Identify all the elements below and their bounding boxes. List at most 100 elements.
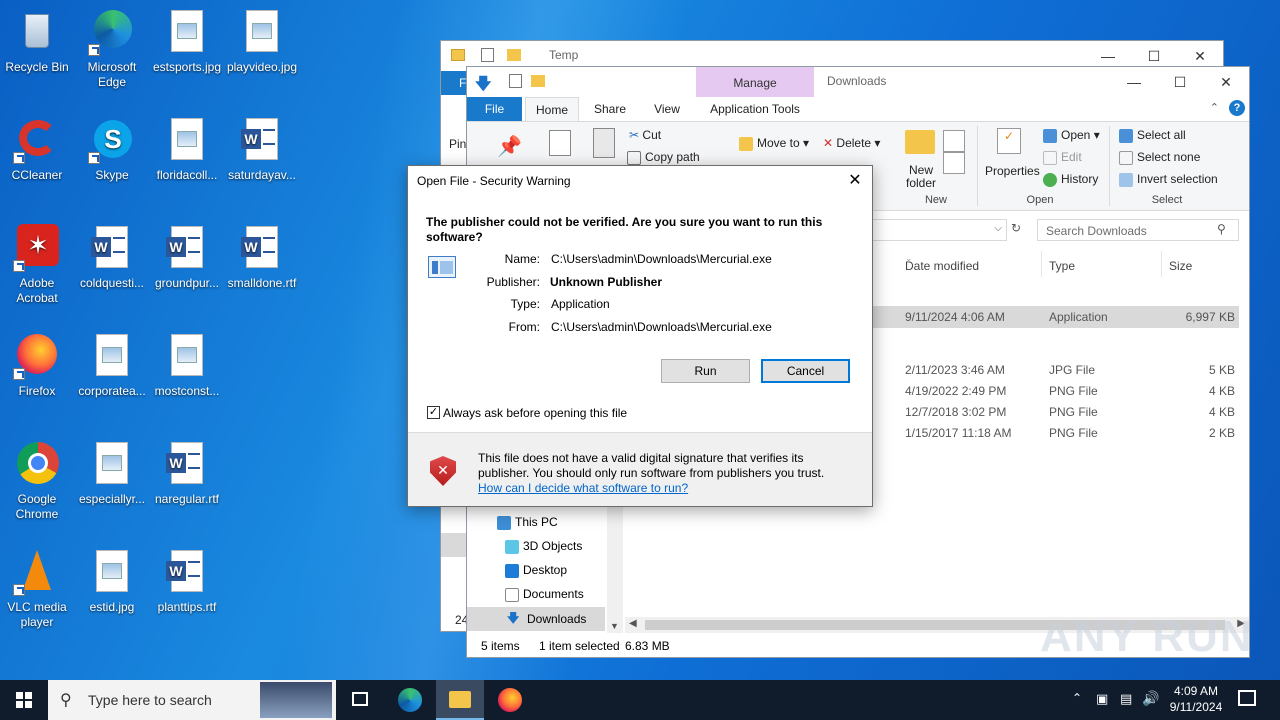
image-file-icon (163, 116, 211, 164)
pin-icon[interactable]: 📌 (497, 134, 522, 159)
table-row[interactable]: 12/7/2018 3:02 PM PNG File 4 KB (873, 401, 1239, 422)
desktop-icon-corporatea[interactable]: corporatea... (76, 332, 148, 399)
desktop-icon-naregular[interactable]: W naregular.rtf (151, 440, 223, 507)
notifications-icon[interactable] (1238, 690, 1256, 706)
minimize-button[interactable]: — (1111, 67, 1157, 97)
tab-application-tools[interactable]: Application Tools (696, 97, 814, 121)
easy-access-icon[interactable] (943, 152, 965, 174)
nav-item-documents[interactable]: Documents (505, 587, 584, 602)
column-size[interactable]: Size (1169, 259, 1192, 273)
copy-path-button[interactable]: Copy path (627, 150, 700, 165)
properties-large-icon: ✓ (997, 128, 1021, 154)
move-to-button[interactable]: Move to ▾ (739, 136, 809, 151)
select-none-button[interactable]: Select none (1119, 150, 1200, 165)
desktop-icon-skype[interactable]: S Skype (76, 116, 148, 183)
tab-view[interactable]: View (641, 97, 693, 121)
desktop-icon-acrobat[interactable]: ✶ Adobe Acrobat (1, 224, 73, 306)
desktop-icon-floridacoll[interactable]: floridacoll... (151, 116, 223, 183)
status-item-count: 5 items (481, 639, 520, 653)
desktop-icon-planttips[interactable]: W planttips.rtf (151, 548, 223, 615)
word-document-icon: W (163, 224, 211, 272)
properties-button[interactable]: Properties (985, 164, 1040, 178)
desktop-icon-smalldone[interactable]: W smalldone.rtf (226, 224, 298, 291)
task-view-button[interactable] (336, 680, 384, 720)
desktop-icon-playvideo[interactable]: playvideo.jpg (226, 8, 298, 75)
temp-pin-label[interactable]: Pin (449, 137, 466, 151)
scroll-left-icon[interactable]: ◀ (629, 618, 637, 629)
new-item-icon[interactable] (943, 130, 965, 152)
nav-item-downloads[interactable]: 🡇 Downloads (467, 607, 605, 631)
word-document-icon: W (238, 224, 286, 272)
tab-file[interactable]: File (467, 97, 522, 121)
help-link[interactable]: How can I decide what software to run? (478, 481, 688, 495)
always-ask-label[interactable]: Always ask before opening this file (443, 406, 627, 420)
device-icon[interactable]: ▣ (1096, 691, 1108, 707)
search-downloads-input[interactable]: Search Downloads (1037, 219, 1239, 241)
tab-home[interactable]: Home (525, 97, 579, 121)
close-button[interactable]: ✕ (1203, 67, 1249, 97)
desktop-icon-ccleaner[interactable]: CCleaner (1, 116, 73, 183)
maximize-button[interactable]: ☐ (1157, 67, 1203, 97)
desktop-icon-coldquesti[interactable]: W coldquesti... (76, 224, 148, 291)
tab-share[interactable]: Share (585, 97, 635, 121)
desktop-icon-estid[interactable]: estid.jpg (76, 548, 148, 615)
new-folder-button[interactable]: New folder (901, 164, 941, 190)
delete-button[interactable]: ✕ Delete ▾ (823, 136, 880, 150)
desktop-icon-groundpur[interactable]: W groundpur... (151, 224, 223, 291)
publisher-label: Publisher: (486, 275, 540, 289)
nav-item-this-pc[interactable]: This PC (497, 515, 558, 530)
dialog-close-button[interactable]: ✕ (844, 170, 866, 192)
taskbar-search-box[interactable]: ⚲ Type here to search (48, 680, 336, 720)
desktop-icon-firefox[interactable]: Firefox (1, 332, 73, 399)
help-icon[interactable]: ? (1229, 100, 1245, 116)
desktop-icon-vlc[interactable]: VLC media player (1, 548, 73, 630)
table-row-selected[interactable]: 9/11/2024 4:06 AM Application 6,997 KB (873, 306, 1239, 328)
network-icon[interactable]: ▤ (1120, 691, 1132, 707)
run-button[interactable]: Run (661, 359, 750, 383)
table-row[interactable]: 1/15/2017 11:18 AM PNG File 2 KB (873, 422, 1239, 443)
downloads-titlebar[interactable]: 🡇 Manage Downloads — ☐ ✕ (467, 67, 1249, 97)
column-type[interactable]: Type (1049, 259, 1075, 273)
desktop-icon-estsports[interactable]: estsports.jpg (151, 8, 223, 75)
invert-selection-button[interactable]: Invert selection (1119, 172, 1218, 187)
show-hidden-icons[interactable]: ⌃ (1072, 691, 1082, 705)
temp-file-tab[interactable]: F (441, 71, 467, 95)
desktop-icon-mostconst[interactable]: mostconst... (151, 332, 223, 399)
copy-icon[interactable] (549, 130, 571, 156)
column-date-modified[interactable]: Date modified (905, 259, 979, 273)
security-warning-dialog[interactable]: Open File - Security Warning ✕ The publi… (407, 165, 873, 507)
nav-item-desktop[interactable]: Desktop (505, 563, 567, 578)
taskbar-edge[interactable] (386, 680, 434, 720)
collapse-ribbon-icon[interactable]: ⌃ (1210, 101, 1219, 114)
desktop-icon-recycle-bin[interactable]: Recycle Bin (1, 8, 73, 75)
always-ask-checkbox[interactable]: ✓ (427, 406, 440, 419)
history-button[interactable]: History (1043, 172, 1098, 187)
row-date: 1/15/2017 11:18 AM (905, 426, 1012, 440)
table-row[interactable]: 2/11/2023 3:46 AM JPG File 5 KB (873, 359, 1239, 380)
desktop-icon-chrome[interactable]: Google Chrome (1, 440, 73, 522)
manage-label: Manage (733, 76, 777, 90)
start-button[interactable] (0, 680, 48, 720)
open-button[interactable]: Open ▾ (1043, 128, 1100, 143)
scroll-down-icon[interactable]: ▼ (610, 621, 619, 631)
desktop-icon-saturdayav[interactable]: W saturdayav... (226, 116, 298, 183)
address-dropdown-icon[interactable]: ⌵ (994, 223, 1002, 234)
volume-icon[interactable]: 🔊 (1142, 690, 1159, 707)
taskbar-firefox[interactable] (486, 680, 534, 720)
from-value: C:\Users\admin\Downloads\Mercurial.exe (551, 320, 772, 334)
clock[interactable]: 4:09 AM 9/11/2024 (1164, 683, 1228, 715)
taskbar-file-explorer[interactable] (436, 680, 484, 720)
nav-scrollbar[interactable]: ▼ (607, 507, 623, 633)
select-all-button[interactable]: Select all (1119, 128, 1186, 143)
paste-icon[interactable] (593, 128, 615, 158)
history-icon (1043, 172, 1057, 187)
address-bar[interactable]: ⌵ (869, 219, 1007, 241)
edit-button[interactable]: Edit (1043, 150, 1082, 165)
desktop-icon-edge[interactable]: Microsoft Edge (76, 8, 148, 90)
nav-item-3d-objects[interactable]: 3D Objects (505, 539, 582, 554)
desktop-icon-especiallyr[interactable]: especiallyr... (76, 440, 148, 507)
cancel-button[interactable]: Cancel (761, 359, 850, 383)
table-row[interactable]: 4/19/2022 2:49 PM PNG File 4 KB (873, 380, 1239, 401)
refresh-icon[interactable]: ↻ (1011, 221, 1021, 235)
cut-button[interactable]: ✂ Cut (629, 128, 661, 142)
